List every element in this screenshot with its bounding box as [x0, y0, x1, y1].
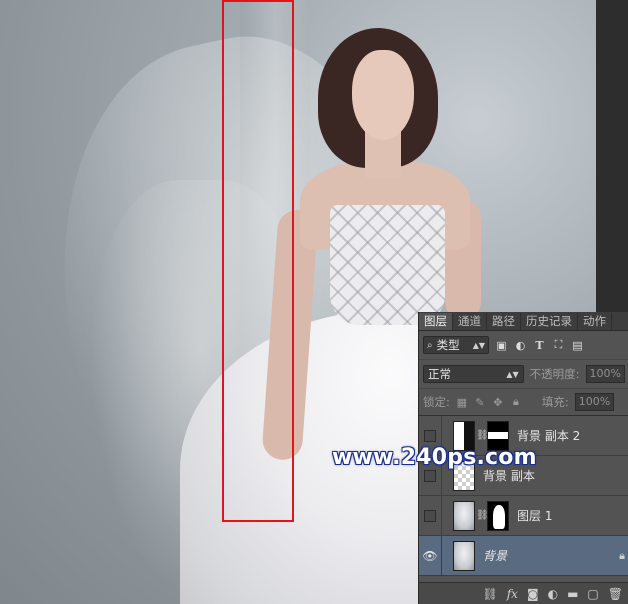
add-mask-icon[interactable]: ◙ — [527, 587, 539, 601]
watermark-text: www.240ps.com — [332, 445, 537, 470]
chain-link-icon[interactable]: ⛓ — [476, 430, 489, 441]
lock-brush-icon[interactable]: ✎ — [474, 396, 486, 409]
visibility-toggle[interactable] — [419, 496, 442, 535]
tab-paths[interactable]: 路径 — [487, 313, 521, 330]
visibility-off-box — [424, 429, 436, 442]
tab-layers[interactable]: 图层 — [419, 313, 453, 330]
panel-tabs: 图层 通道 路径 历史记录 动作 — [419, 312, 628, 331]
tab-channels[interactable]: 通道 — [453, 313, 487, 330]
link-layers-icon[interactable]: ⛓ — [482, 587, 497, 601]
trash-icon[interactable]: 🗑︎ — [608, 587, 623, 601]
tab-actions[interactable]: 动作 — [578, 313, 612, 330]
layer-name[interactable]: 图层 1 — [517, 507, 552, 524]
visibility-off-box — [424, 469, 436, 482]
dress-bodice — [330, 205, 445, 325]
filter-shape-icon[interactable]: ⛶ — [552, 338, 565, 352]
layer-thumbnail — [453, 540, 475, 571]
filter-adjustment-icon[interactable]: ◐ — [514, 339, 527, 352]
lock-all-icon[interactable]: 🔒︎ — [510, 395, 522, 408]
fill-label: 填充: — [541, 395, 569, 409]
blend-mode-value: 正常 — [428, 367, 451, 381]
layer-name[interactable]: 背景 副本 2 — [517, 427, 580, 444]
tab-history[interactable]: 历史记录 — [521, 313, 578, 330]
search-icon: ⌕ — [427, 339, 433, 351]
layer-row-selected[interactable]: 👁︎ 背景 🔒︎ — [419, 536, 628, 576]
eye-icon: 👁︎ — [422, 548, 438, 563]
workspace-background — [596, 0, 628, 312]
mask-silhouette — [493, 504, 505, 529]
visibility-toggle[interactable]: 👁︎ — [419, 536, 442, 575]
lock-row: 锁定: ▦ ✎ ✥ 🔒︎ 填充: 100% — [419, 389, 628, 416]
filter-kind-label: 类型 — [436, 338, 460, 352]
layer-thumbnail — [453, 500, 475, 531]
selection-rectangle — [222, 0, 294, 522]
select-arrows-icon: ▲▼ — [472, 340, 485, 350]
bride-face — [352, 50, 414, 140]
visibility-off-box — [424, 509, 436, 522]
layer-style-icon[interactable]: fx — [507, 587, 518, 601]
blend-row: 正常 ▲▼ 不透明度: 100% — [419, 360, 628, 389]
opacity-label: 不透明度: — [529, 367, 580, 381]
layer-filter-row: ⌕ 类型 ▲▼ ▣ ◐ T ⛶ ▤ — [419, 331, 628, 360]
blend-mode-select[interactable]: 正常 ▲▼ — [423, 365, 524, 383]
panel-bottom-toolbar: ⛓ fx ◙ ◐ ▬ ▢ 🗑︎ — [419, 582, 628, 604]
new-group-icon[interactable]: ▬ — [567, 587, 578, 601]
filter-kind-select[interactable]: ⌕ 类型 ▲▼ — [423, 336, 489, 354]
lock-transparency-icon[interactable]: ▦ — [456, 396, 468, 409]
chain-link-icon[interactable]: ⛓ — [476, 510, 489, 521]
layer-mask-thumbnail[interactable] — [487, 500, 509, 531]
filter-pixel-icon[interactable]: ▣ — [495, 339, 508, 352]
lock-icon: 🔒︎ — [619, 548, 625, 562]
layer-row[interactable]: ⛓ 图层 1 — [419, 496, 628, 536]
adjustment-layer-icon[interactable]: ◐ — [548, 587, 558, 601]
select-arrows-icon: ▲▼ — [506, 369, 519, 379]
filter-type-icon[interactable]: T — [533, 339, 546, 352]
new-layer-icon[interactable]: ▢ — [587, 587, 598, 601]
filter-smartobject-icon[interactable]: ▤ — [571, 339, 584, 352]
fill-field[interactable]: 100% — [574, 393, 615, 411]
lock-position-icon[interactable]: ✥ — [492, 396, 504, 409]
lock-label: 锁定: — [423, 395, 450, 409]
layer-name[interactable]: 背景 — [483, 547, 507, 564]
opacity-field[interactable]: 100% — [585, 365, 625, 383]
